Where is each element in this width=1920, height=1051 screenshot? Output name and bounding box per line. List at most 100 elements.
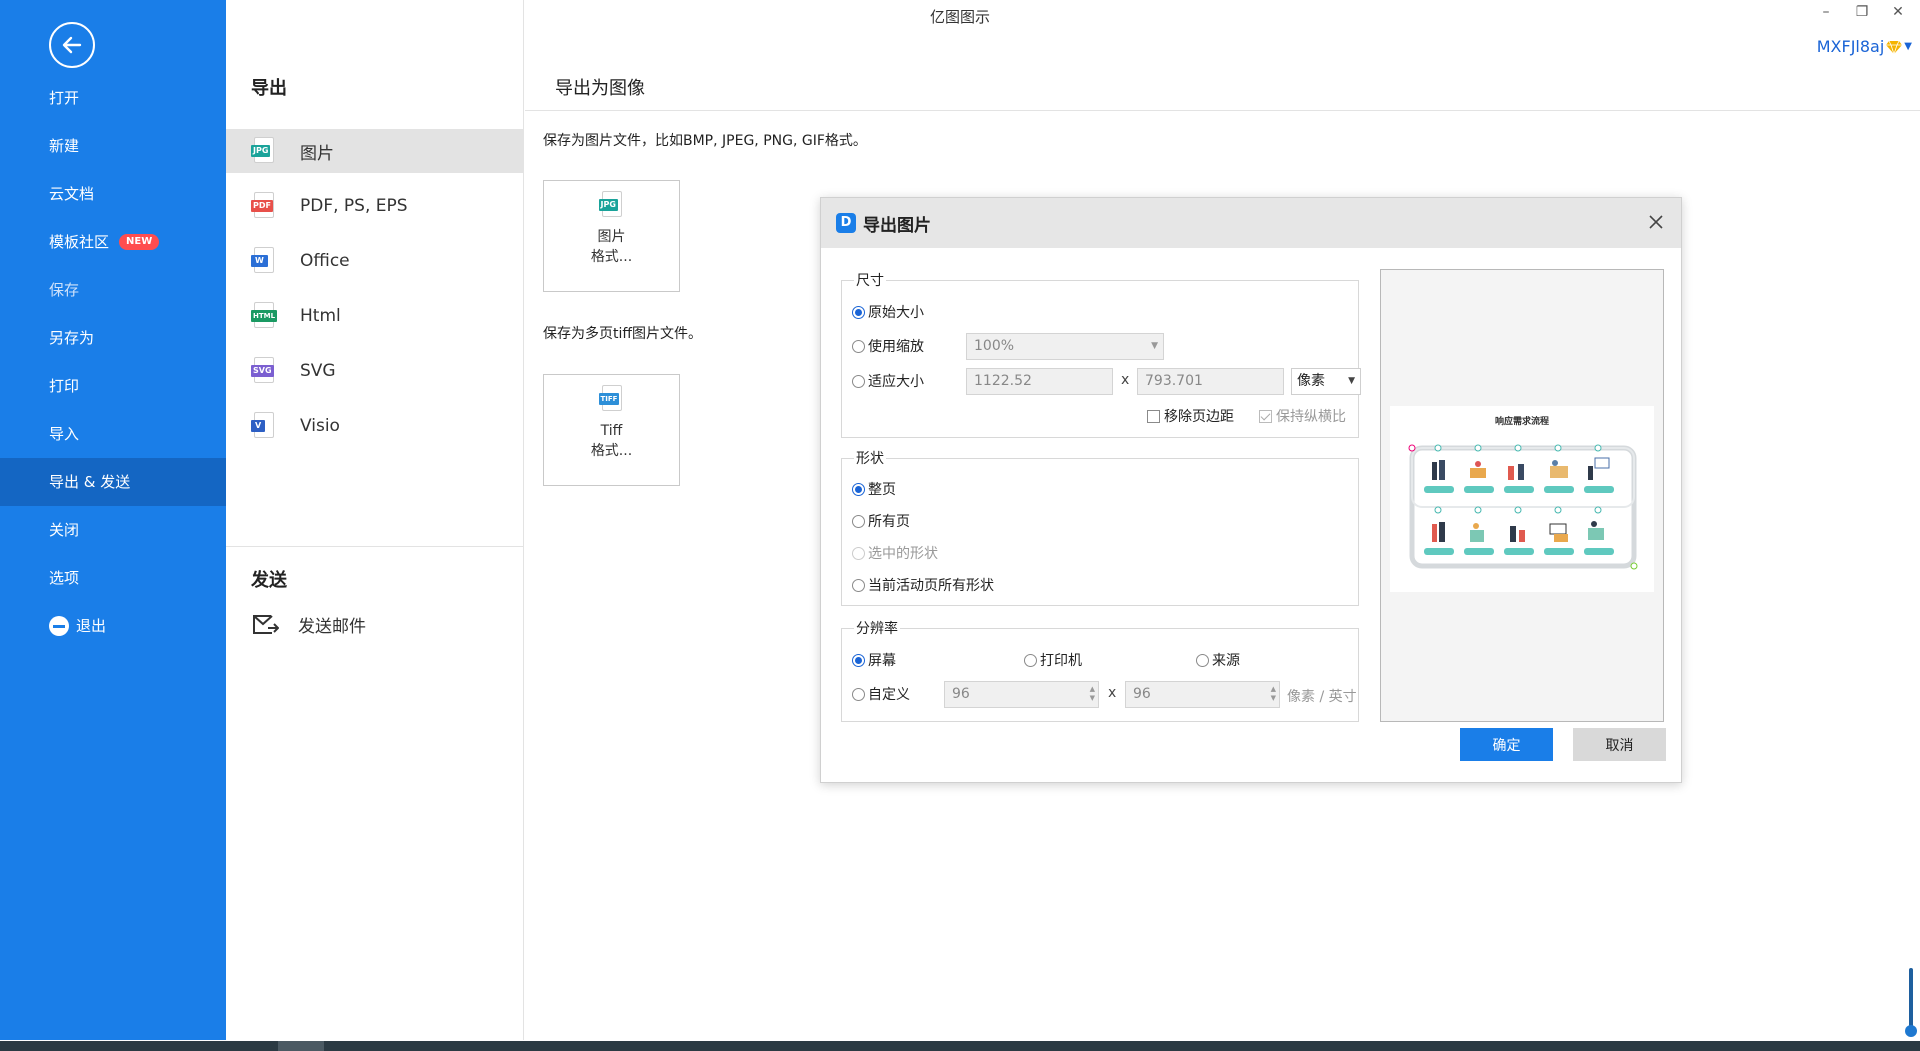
original-size-option[interactable]: 原始大小 [852, 302, 924, 322]
checkbox-checked[interactable] [1259, 409, 1272, 423]
times-sign: x [1121, 372, 1130, 388]
current-page-shapes-option[interactable]: 当前活动页所有形状 [852, 575, 994, 595]
svg-file-icon: SVG [251, 357, 277, 385]
taskbar-strip [0, 1041, 1920, 1051]
sidebar-item-label: 选项 [49, 569, 80, 587]
unit-select[interactable]: 像素 ▼ [1291, 368, 1361, 395]
export-item-label: Visio [300, 416, 340, 436]
chevron-down-icon: ▼ [1151, 341, 1158, 351]
preview-page: 响应需求流程 [1390, 406, 1654, 592]
page-title: 导出为图像 [555, 78, 645, 99]
pdf-file-icon: PDF [251, 192, 277, 220]
remove-margin-checkbox[interactable]: 移除页边距 [1147, 406, 1234, 426]
preview-diagram-title: 响应需求流程 [1495, 415, 1549, 427]
ok-button[interactable]: 确定 [1460, 728, 1553, 761]
image-format-button[interactable]: JPG 图片 格式... [543, 180, 680, 292]
content-header: 导出为图像 [525, 0, 1920, 111]
mail-send-icon [253, 614, 279, 634]
sidebar-item-new[interactable]: 新建 [0, 122, 226, 170]
export-item-pdf[interactable]: PDF PDF, PS, EPS [226, 184, 524, 228]
sidebar-item-label: 模板社区 [49, 233, 110, 251]
sidebar-item-template-community[interactable]: 模板社区 NEW [0, 218, 226, 266]
selected-shapes-option[interactable]: 选中的形状 [852, 543, 938, 563]
printer-option[interactable]: 打印机 [1024, 650, 1082, 670]
send-email-button[interactable]: 发送邮件 [251, 612, 366, 637]
scale-select[interactable]: 100% ▼ [966, 333, 1164, 360]
new-badge: NEW [119, 234, 160, 250]
minus-circle-icon [49, 616, 69, 636]
backstage-sidebar: 打开 新建 云文档 模板社区 NEW 保存 另存为 打印 导入 导出 & 发送 … [0, 0, 226, 1040]
sidebar-item-save-as[interactable]: 另存为 [0, 314, 226, 362]
sidebar-item-print[interactable]: 打印 [0, 362, 226, 410]
radio-on[interactable] [852, 305, 865, 319]
vertical-scroll-handle[interactable] [1904, 968, 1918, 1038]
sidebar-item-cloud-docs[interactable]: 云文档 [0, 170, 226, 218]
image-description: 保存为图片文件，比如BMP, JPEG, PNG, GIF格式。 [543, 133, 867, 149]
tiff-format-button[interactable]: TIFF Tiff 格式... [543, 374, 680, 486]
export-item-svg[interactable]: SVG SVG [226, 349, 524, 393]
all-pages-option[interactable]: 所有页 [852, 511, 910, 531]
dialog-header: D 导出图片 [821, 198, 1681, 248]
sidebar-item-label: 打印 [49, 377, 80, 395]
radio-off[interactable] [852, 374, 865, 388]
export-item-label: Html [300, 306, 341, 326]
panel-divider [226, 546, 524, 547]
sidebar-item-close[interactable]: 关闭 [0, 506, 226, 554]
word-file-icon: W [251, 247, 277, 275]
image-format-label: 图片 格式... [590, 229, 633, 265]
fit-size-option[interactable]: 适应大小 [852, 371, 924, 391]
jpg-file-icon: JPG [251, 137, 277, 165]
sidebar-item-save[interactable]: 保存 [0, 266, 226, 314]
back-button[interactable] [49, 22, 95, 68]
custom-option[interactable]: 自定义 [852, 684, 910, 704]
source-option[interactable]: 来源 [1196, 650, 1240, 670]
chevron-down-icon: ▼ [1348, 376, 1355, 386]
export-preview: 响应需求流程 [1380, 269, 1664, 722]
export-item-html[interactable]: HTML Html [226, 294, 524, 338]
export-item-image[interactable]: JPG 图片 [226, 129, 524, 173]
dpi-y-input[interactable]: 96 ▲ ▼ [1125, 681, 1280, 708]
screen-option[interactable]: 屏幕 [852, 650, 896, 670]
dialog-title: 导出图片 [863, 215, 931, 236]
export-item-office[interactable]: W Office [226, 239, 524, 283]
size-legend: 尺寸 [856, 273, 884, 289]
height-input[interactable]: 793.701 [1137, 368, 1284, 395]
radio-off[interactable] [852, 339, 865, 353]
cancel-button[interactable]: 取消 [1573, 728, 1666, 761]
resolution-group: 分辨率 [841, 618, 1359, 722]
dpi-x-input[interactable]: 96 ▲ ▼ [944, 681, 1099, 708]
sidebar-item-exit[interactable]: 退出 [0, 602, 226, 650]
sidebar-item-label: 导入 [49, 425, 80, 443]
export-item-label: PDF, PS, EPS [300, 196, 408, 216]
sidebar-item-label: 关闭 [49, 521, 80, 539]
export-panel: 导出 JPG 图片 PDF PDF, PS, EPS W Office HTML… [226, 0, 524, 1040]
sidebar-item-import[interactable]: 导入 [0, 410, 226, 458]
tiff-file-icon: TIFF [598, 385, 625, 413]
shape-legend: 形状 [856, 451, 884, 467]
sidebar-item-options[interactable]: 选项 [0, 554, 226, 602]
keep-ratio-checkbox[interactable]: 保持纵横比 [1259, 406, 1346, 426]
arrow-left-icon [62, 36, 82, 54]
sidebar-item-label: 新建 [49, 137, 80, 155]
resolution-legend: 分辨率 [856, 621, 898, 637]
export-item-label: SVG [300, 361, 336, 381]
width-input[interactable]: 1122.52 [966, 368, 1113, 395]
export-item-visio[interactable]: V Visio [226, 404, 524, 448]
jpg-file-icon: JPG [598, 191, 625, 219]
use-scale-option[interactable]: 使用缩放 [852, 336, 924, 356]
export-item-label: Office [300, 251, 350, 271]
sidebar-item-label: 保存 [49, 281, 80, 299]
tiff-format-label: Tiff 格式... [590, 423, 633, 459]
sidebar-item-label: 导出 & 发送 [49, 473, 131, 491]
export-item-label: 图片 [300, 143, 334, 164]
sidebar-nav: 打开 新建 云文档 模板社区 NEW 保存 另存为 打印 导入 导出 & 发送 … [0, 74, 226, 650]
checkbox[interactable] [1147, 409, 1160, 423]
close-icon[interactable] [1645, 211, 1667, 233]
whole-page-option[interactable]: 整页 [852, 479, 896, 499]
tiff-description: 保存为多页tiff图片文件。 [543, 326, 703, 342]
sidebar-item-export-send[interactable]: 导出 & 发送 [0, 458, 226, 506]
export-image-dialog: D 导出图片 尺寸 原始大小 使用缩放 100% ▼ 适应大小 1122.52 x… [820, 197, 1682, 783]
sidebar-item-open[interactable]: 打开 [0, 74, 226, 122]
export-format-list: JPG 图片 PDF PDF, PS, EPS W Office HTML Ht… [226, 129, 524, 459]
send-item-label: 发送邮件 [298, 617, 366, 637]
